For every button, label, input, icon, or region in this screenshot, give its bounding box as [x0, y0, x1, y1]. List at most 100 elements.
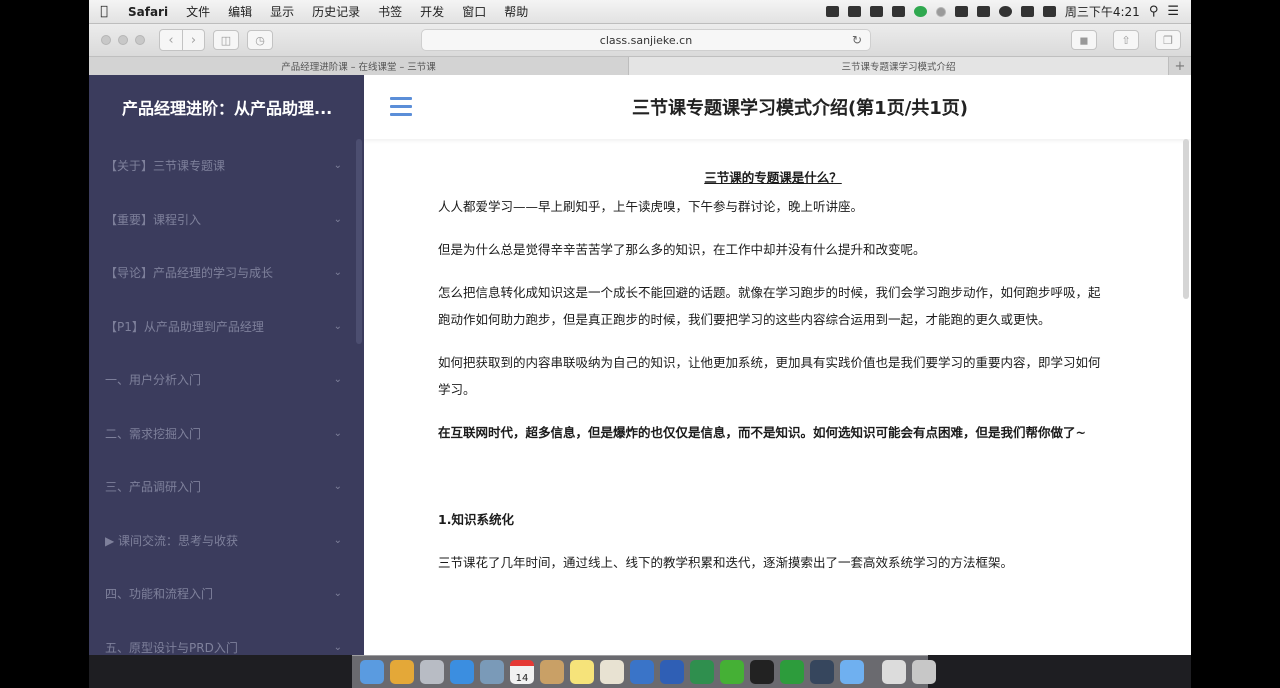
qq-tray-icon[interactable]: [891, 6, 905, 17]
menu-app-name[interactable]: Safari: [119, 5, 177, 19]
zoom-window-button[interactable]: [135, 35, 145, 45]
article-body: 三节课的专题课是什么？ 人人都爱学习——早上刷知乎，上午读虎嗅，下午参与群讨论，…: [438, 167, 1108, 592]
app-tray-icon[interactable]: [847, 6, 861, 17]
history-nav: ‹ ›: [159, 29, 205, 51]
sidebar-item-label: 二、需求挖掘入门: [105, 426, 202, 441]
menubar-clock[interactable]: 周三下午4:21: [1065, 3, 1140, 20]
hamburger-menu-icon[interactable]: [390, 97, 412, 116]
sidebar-item-p1[interactable]: 【P1】从产品助理到产品经理 ⌄: [89, 300, 364, 354]
screen:  Safari 文件 编辑 显示 历史记录 书签 开发 窗口 帮助 周三下午4…: [89, 0, 1191, 688]
tab-course[interactable]: 产品经理进阶课 – 在线课堂 – 三节课: [89, 57, 629, 75]
chevron-down-icon: ⌄: [333, 427, 342, 439]
chevron-down-icon: ⌄: [333, 213, 342, 225]
sidebar-item-research[interactable]: 三、产品调研入门 ⌄: [89, 460, 364, 514]
word-icon[interactable]: [660, 660, 684, 684]
new-tab-button[interactable]: +: [1169, 57, 1191, 75]
tumblr-tray-icon[interactable]: [869, 6, 883, 17]
notes-icon[interactable]: [540, 660, 564, 684]
share-button[interactable]: ⇧: [1113, 30, 1139, 50]
tweetbot-icon[interactable]: [840, 660, 864, 684]
course-sidebar: 产品经理进阶：从产品助理... 【关于】三节课专题课 ⌄ 【重要】课程引入 ⌄ 【导…: [89, 75, 364, 655]
sidebar-item-label: 【重要】课程引入: [105, 212, 202, 227]
top-sites-button[interactable]: ◷: [247, 30, 273, 50]
sidebar-item-intro[interactable]: 【重要】课程引入 ⌄: [89, 193, 364, 247]
content-header: 三节课专题课学习模式介绍(第1页/共1页): [364, 75, 1191, 139]
chevron-down-icon: ⌄: [333, 160, 342, 172]
sidebar-scrollbar[interactable]: [356, 139, 362, 344]
macos-dock: 14: [352, 655, 936, 688]
menu-file[interactable]: 文件: [177, 3, 219, 20]
wifi-icon[interactable]: [998, 6, 1012, 17]
sidebar-item-label: 一、用户分析入门: [105, 373, 202, 388]
menu-window[interactable]: 窗口: [453, 3, 495, 20]
menu-view[interactable]: 显示: [261, 3, 303, 20]
menu-edit[interactable]: 编辑: [219, 3, 261, 20]
keyboard-tray-icon[interactable]: [976, 6, 990, 17]
launchpad-icon[interactable]: [420, 660, 444, 684]
sidebar-item-prototype[interactable]: 五、原型设计与PRD入门 ⌄: [89, 621, 364, 656]
sidebar-item-label: 【P1】从产品助理到产品经理: [105, 319, 264, 334]
tumblr-icon[interactable]: [810, 660, 834, 684]
menu-help[interactable]: 帮助: [495, 3, 537, 20]
tabs-overview-button[interactable]: ❐: [1155, 30, 1181, 50]
minimize-window-button[interactable]: [118, 35, 128, 45]
macos-menubar:  Safari 文件 编辑 显示 历史记录 书签 开发 窗口 帮助 周三下午4…: [89, 0, 1191, 24]
spotlight-search-icon[interactable]: ⚲: [1149, 4, 1159, 19]
calendar-icon[interactable]: 14: [510, 660, 534, 684]
main-content: 三节课专题课学习模式介绍(第1页/共1页) 三节课的专题课是什么？ 人人都爱学习…: [364, 75, 1191, 655]
trash-icon[interactable]: [912, 660, 936, 684]
menu-develop[interactable]: 开发: [411, 3, 453, 20]
sidebar-item-about[interactable]: 【关于】三节课专题课 ⌄: [89, 139, 364, 193]
tab-intro[interactable]: 三节课专题课学习模式介绍: [629, 57, 1169, 75]
menu-bookmarks[interactable]: 书签: [369, 3, 411, 20]
address-bar[interactable]: class.sanjieke.cn ↻: [421, 29, 871, 51]
screen-record-icon[interactable]: [825, 6, 839, 17]
sidebar-item-features[interactable]: 四、功能和流程入门 ⌄: [89, 567, 364, 621]
stickies-icon[interactable]: [570, 660, 594, 684]
back-button[interactable]: ‹: [160, 30, 182, 50]
paragraph-3: 怎么把信息转化成知识这是一个成长不能回避的话题。就像在学习跑步的时候，我们会学习…: [438, 285, 1101, 327]
content-scrollbar[interactable]: [1183, 139, 1189, 299]
sidebar-item-label: 三、产品调研入门: [105, 480, 202, 495]
input-method-icon[interactable]: [1042, 6, 1056, 17]
chevron-down-icon: ⌄: [333, 481, 342, 493]
notification-center-icon[interactable]: ☰: [1167, 4, 1179, 19]
extension-button[interactable]: ◼: [1071, 30, 1097, 50]
chrome-icon[interactable]: [390, 660, 414, 684]
menu-history[interactable]: 历史记录: [303, 3, 369, 20]
article-question: 三节课的专题课是什么？: [704, 170, 842, 185]
forward-button[interactable]: ›: [182, 30, 204, 50]
qq-icon[interactable]: [750, 660, 774, 684]
evernote-icon[interactable]: [780, 660, 804, 684]
battery-icon[interactable]: [1020, 6, 1034, 17]
sidebar-toggle-button[interactable]: ◫: [213, 30, 239, 50]
preview-icon[interactable]: [480, 660, 504, 684]
safari-icon[interactable]: [450, 660, 474, 684]
section-text: 三节课花了几年时间，通过线上、线下的教学积累和迭代，逐渐摸索出了一套高效系统学习…: [438, 555, 1014, 570]
sidebar-item-requirements[interactable]: 二、需求挖掘入门 ⌄: [89, 407, 364, 461]
paragraph-2: 但是为什么总是觉得辛辛苦苦学了那么多的知识，在工作中却并没有什么提升和改变呢。: [438, 242, 926, 257]
chevron-down-icon: ⌄: [333, 320, 342, 332]
url-text: class.sanjieke.cn: [599, 33, 693, 47]
wechat-tray-icon[interactable]: [954, 6, 968, 17]
excel-icon[interactable]: [690, 660, 714, 684]
wechat-icon[interactable]: [720, 660, 744, 684]
vpn-tray-icon[interactable]: [935, 6, 946, 17]
paragraph-1: 人人都爱学习——早上刷知乎，上午读虎嗅，下午参与群讨论，晚上听讲座。: [438, 199, 864, 214]
sidebar-item-guide[interactable]: 【导论】产品经理的学习与成长 ⌄: [89, 246, 364, 300]
downloads-icon[interactable]: [882, 660, 906, 684]
close-window-button[interactable]: [101, 35, 111, 45]
toolbar-right: ◼ ⇧ ❐: [1063, 30, 1181, 50]
sidebar-item-user-analysis[interactable]: 一、用户分析入门 ⌄: [89, 353, 364, 407]
web-page: 产品经理进阶：从产品助理... 【关于】三节课专题课 ⌄ 【重要】课程引入 ⌄ 【导…: [89, 75, 1191, 655]
sidebar-item-discussion[interactable]: ▶ 课间交流：思考与收获 ⌄: [89, 514, 364, 568]
apple-menu-icon[interactable]: : [89, 4, 119, 19]
textedit-icon[interactable]: [600, 660, 624, 684]
reload-icon[interactable]: ↻: [852, 33, 862, 47]
finder-icon[interactable]: [360, 660, 384, 684]
paragraph-emphasis: 在互联网时代，超多信息，但是爆炸的也仅仅是信息，而不是知识。如何选知识可能会有点…: [438, 425, 1086, 440]
window-controls: [89, 35, 145, 45]
keynote-icon[interactable]: [630, 660, 654, 684]
sidebar-item-label: 【导论】产品经理的学习与成长: [105, 266, 274, 281]
sync-tray-icon[interactable]: [913, 6, 927, 17]
